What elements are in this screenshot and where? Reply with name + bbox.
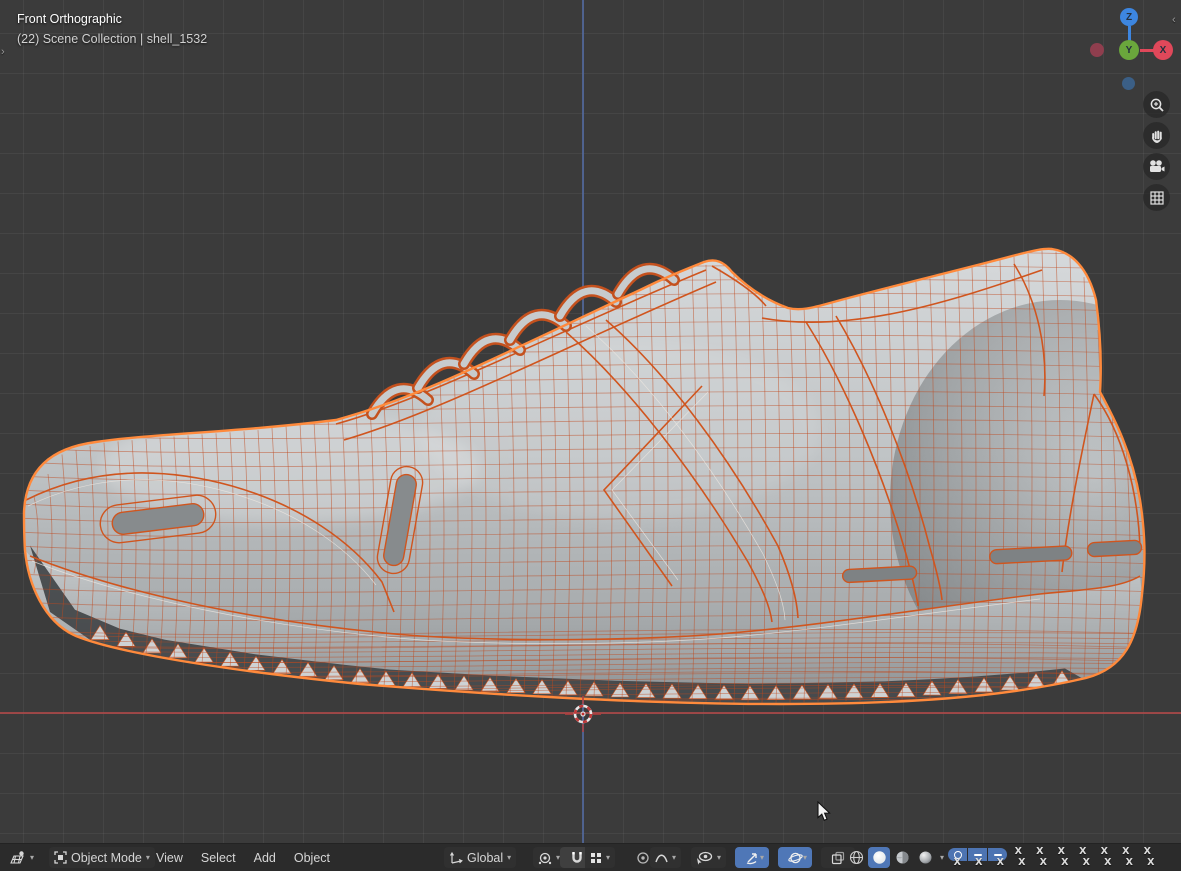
menu-view[interactable]: View: [147, 847, 192, 868]
falloff-curve-icon: [655, 852, 668, 863]
snap-target-icon: [590, 852, 602, 864]
placeholder-x-icon[interactable]: X: [1125, 857, 1134, 868]
gizmos-toggle-icon: [745, 851, 759, 865]
placeholder-x-icon[interactable]: X: [975, 857, 984, 868]
ortho-grid-icon: [1149, 190, 1165, 206]
menu-object[interactable]: Object: [285, 847, 339, 868]
placeholder-x-icon[interactable]: X: [1039, 857, 1048, 868]
shading-rendered-button[interactable]: [914, 847, 936, 868]
shading-wireframe-button[interactable]: [845, 847, 867, 868]
placeholder-x-icon[interactable]: X: [1061, 857, 1070, 868]
chevron-down-icon: ▾: [803, 854, 807, 862]
placeholder-x-icon[interactable]: X: [1079, 846, 1088, 857]
perspective-toggle-button[interactable]: [1143, 184, 1170, 211]
chevron-down-icon: ▾: [717, 854, 721, 862]
gizmo-x-ball[interactable]: X: [1153, 40, 1173, 60]
orientation-dropdown[interactable]: Global ▾: [444, 847, 516, 868]
dash-icon: [974, 854, 982, 856]
chevron-down-icon: ▾: [30, 854, 34, 862]
shading-material-button[interactable]: [891, 847, 913, 868]
toolbar-expand-arrow[interactable]: ›: [1, 46, 5, 58]
placeholder-x-icon[interactable]: X: [1036, 846, 1045, 857]
camera-view-icon: [1148, 159, 1165, 174]
viewport-nav-buttons: [1143, 91, 1173, 215]
orientation-label: Global: [467, 851, 503, 865]
placeholder-x-icon[interactable]: X: [1104, 857, 1113, 868]
placeholder-icons-top-row: XXXXXXX: [1014, 846, 1152, 857]
pan-button[interactable]: [1143, 122, 1170, 149]
shading-solid-button[interactable]: [868, 847, 890, 868]
orientation-gizmo[interactable]: Z Y X: [1088, 2, 1178, 97]
viewport-header: ▾ Object Mode ▾ View Select Add Object: [0, 843, 1181, 871]
transform-orientation-icon: [449, 851, 463, 865]
menu-add[interactable]: Add: [245, 847, 285, 868]
falloff-dropdown[interactable]: ▾: [650, 847, 681, 868]
shading-dropdown[interactable]: ▾: [940, 854, 944, 862]
gizmo-neg-z-ball[interactable]: [1122, 77, 1135, 90]
chevron-down-icon: ▾: [760, 854, 764, 862]
view-label: Front Orthographic: [17, 9, 207, 29]
placeholder-x-icon[interactable]: X: [953, 857, 962, 868]
visibility-dropdown[interactable]: ▾: [691, 847, 726, 868]
visibility-eye-icon: [696, 851, 713, 865]
overlays-toggle-icon: [788, 851, 803, 865]
placeholder-x-icon[interactable]: X: [996, 857, 1005, 868]
overlays-dropdown[interactable]: ▾: [803, 847, 817, 868]
camera-view-button[interactable]: [1143, 153, 1170, 180]
xray-toggle-icon: [831, 851, 845, 865]
zoom-icon: [1149, 97, 1165, 113]
placeholder-x-icon[interactable]: X: [1147, 857, 1156, 868]
mode-label: Object Mode: [71, 851, 142, 865]
header-menus: View Select Add Object: [147, 847, 339, 868]
context-label: (22) Scene Collection | shell_1532: [17, 29, 207, 49]
solid-sphere-icon: [872, 850, 887, 865]
placeholder-icons-bottom-row: XXXXXXXXXX: [953, 857, 1155, 868]
pivot-point-icon: [538, 851, 552, 865]
menu-select[interactable]: Select: [192, 847, 245, 868]
snap-target-dropdown[interactable]: ▾: [585, 847, 615, 868]
viewport-editor-icon: [8, 850, 26, 866]
chevron-down-icon: ▾: [672, 854, 676, 862]
object-mode-icon: [54, 851, 67, 864]
mode-dropdown[interactable]: Object Mode ▾: [49, 847, 155, 868]
zoom-button[interactable]: [1143, 91, 1170, 118]
placeholder-x-icon[interactable]: X: [1057, 846, 1066, 857]
snap-magnet-icon: [570, 851, 584, 865]
placeholder-x-icon[interactable]: X: [1018, 857, 1027, 868]
3d-cursor: [561, 692, 605, 736]
editor-type-button[interactable]: ▾: [3, 847, 39, 868]
blender-3d-viewport: Front Orthographic (22) Scene Collection…: [0, 0, 1181, 871]
gizmo-y-ball[interactable]: Y: [1119, 40, 1139, 60]
material-sphere-icon: [895, 850, 910, 865]
placeholder-x-icon[interactable]: X: [1122, 846, 1131, 857]
gizmo-z-ball[interactable]: Z: [1120, 8, 1138, 26]
placeholder-x-icon[interactable]: X: [1014, 846, 1023, 857]
rendered-sphere-icon: [918, 850, 933, 865]
chevron-down-icon: ▾: [606, 854, 610, 862]
gizmo-neg-x-ball[interactable]: [1090, 43, 1104, 57]
wireframe-sphere-icon: [849, 850, 864, 865]
placeholder-x-icon[interactable]: X: [1143, 846, 1152, 857]
gizmos-dropdown[interactable]: ▾: [760, 847, 774, 868]
placeholder-x-icon[interactable]: X: [1082, 857, 1091, 868]
chevron-down-icon: ▾: [507, 854, 511, 862]
pan-hand-icon: [1149, 128, 1165, 144]
mouse-cursor: [816, 801, 834, 823]
dash-icon: [994, 854, 1002, 856]
placeholder-x-icon[interactable]: X: [1100, 846, 1109, 857]
viewport-info: Front Orthographic (22) Scene Collection…: [17, 9, 207, 49]
shading-mode-group: ▾: [845, 847, 944, 868]
proportional-editing-icon: [636, 851, 650, 865]
